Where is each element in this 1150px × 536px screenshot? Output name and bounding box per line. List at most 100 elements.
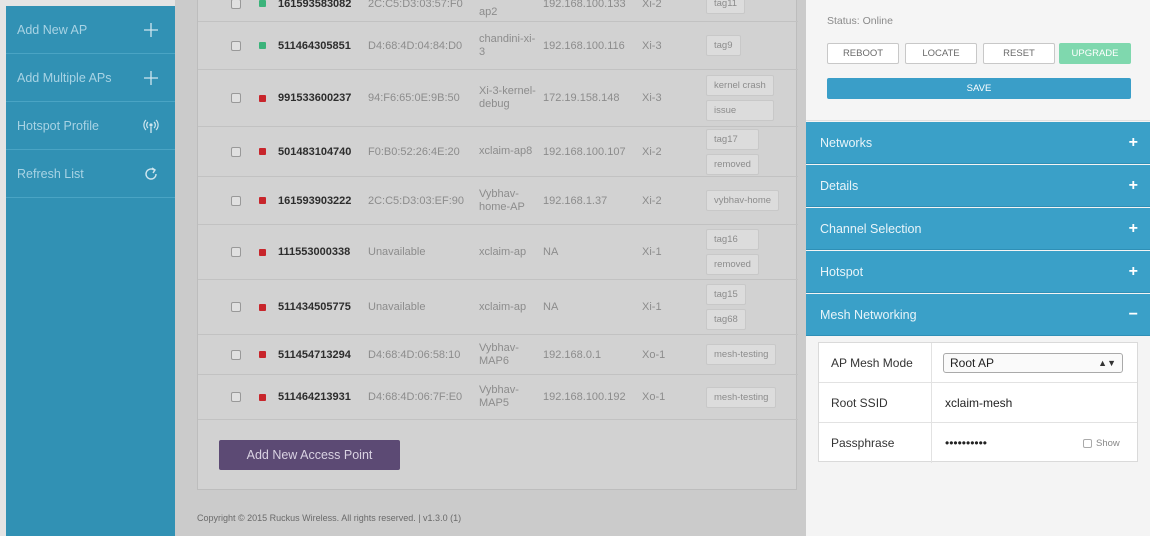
tags-cell: tag11	[706, 0, 746, 14]
serial-cell: 111553000338	[278, 246, 351, 258]
mac-cell: Unavailable	[368, 246, 426, 258]
tag-badge: issue	[706, 100, 774, 121]
refresh-icon	[143, 166, 161, 182]
row-checkbox[interactable]	[231, 0, 241, 9]
name-cell: ap2	[479, 6, 498, 18]
status-indicator	[259, 303, 266, 311]
reboot-button[interactable]: REBOOT	[827, 43, 899, 64]
ip-cell: NA	[543, 246, 559, 258]
mac-cell: D4:68:4D:04:84:D0	[368, 39, 463, 52]
table-row[interactable]: 511434505775 Unavailable xclaim-ap NA Xi-1 ta…	[198, 280, 798, 335]
row-checkbox[interactable]	[231, 392, 241, 402]
mac-cell: 94:F6:65:0E:9B:50	[368, 92, 460, 104]
plus-icon	[143, 22, 161, 38]
expand-icon: +	[1128, 133, 1138, 151]
tags-cell: mesh-testing	[706, 344, 777, 365]
section-channel-selection[interactable]: Channel Selection +	[806, 208, 1150, 250]
status-indicator	[259, 42, 266, 49]
row-checkbox[interactable]	[231, 302, 241, 312]
passphrase-field[interactable]: ••••••••••	[945, 436, 987, 450]
mac-cell: F0:B0:52:26:4E:20	[368, 145, 460, 158]
tag-badge: tag9	[706, 35, 741, 56]
section-title: Networks	[820, 135, 873, 150]
section-details[interactable]: Details +	[806, 165, 1150, 207]
name-cell: chandini-xi-3	[479, 32, 536, 58]
copyright-text: Copyright © 2015 Ruckus Wireless. All ri…	[197, 513, 462, 523]
status-indicator	[259, 0, 266, 7]
table-row[interactable]: 111553000338 Unavailable xclaim-ap NA Xi-1 ta…	[198, 225, 798, 280]
name-cell: Xi-3-kernel-debug	[479, 85, 536, 110]
sidebar-item-add-new-ap[interactable]: Add New AP	[6, 6, 175, 54]
sidebar-item-label: Hotspot Profile	[17, 118, 99, 133]
sidebar-item-refresh-list[interactable]: Refresh List	[6, 150, 175, 198]
serial-cell: 511434505775	[278, 301, 351, 313]
mesh-mode-row: AP Mesh Mode Root AP ▲▼	[819, 343, 1137, 383]
section-networks[interactable]: Networks +	[806, 122, 1150, 164]
expand-icon: +	[1128, 262, 1138, 280]
mac-cell: 2C:C5:D3:03:EF:90	[368, 194, 464, 207]
upgrade-button[interactable]: UPGRADE	[1059, 43, 1131, 64]
sidebar-item-add-multiple-aps[interactable]: Add Multiple APs	[6, 54, 175, 102]
tag-badge: removed	[706, 153, 759, 175]
tags-cell: mesh-testing	[706, 386, 777, 408]
table-row[interactable]: 511464305851 D4:68:4D:04:84:D0 chandini-xi…	[198, 22, 798, 70]
mesh-mode-select[interactable]: Root AP ▲▼	[943, 353, 1123, 373]
reset-button[interactable]: RESET	[983, 43, 1055, 64]
name-cell: xclaim-ap	[479, 245, 527, 258]
model-cell: Xi-3	[642, 92, 662, 104]
sidebar: Add New AP Add Multiple APs Hotspot Prof…	[6, 6, 175, 536]
save-button[interactable]: SAVE	[827, 78, 1131, 99]
row-checkbox[interactable]	[231, 195, 241, 206]
table-row[interactable]: 511454713294 D4:68:4D:06:58:10 Vybhav-MAP6…	[198, 335, 798, 375]
passphrase-label: Passphrase	[831, 436, 895, 450]
row-checkbox[interactable]	[231, 93, 241, 103]
show-passphrase-toggle[interactable]: Show	[1083, 438, 1120, 449]
row-checkbox[interactable]	[231, 349, 241, 360]
model-cell: Xi-3	[642, 39, 662, 52]
tag-badge: tag16	[706, 229, 759, 250]
tags-cell: vybhav-home	[706, 190, 780, 211]
name-cell: Vybhav-MAP6	[479, 341, 519, 367]
section-hotspot[interactable]: Hotspot +	[806, 251, 1150, 293]
table-row[interactable]: 991533600237 94:F6:65:0E:9B:50 Xi-3-kernel…	[198, 70, 798, 127]
ip-cell: 192.168.100.192	[543, 391, 626, 403]
table-row[interactable]: 161593583082 2C:C5:D3:03:57:F0 ap2 192.1…	[198, 0, 798, 22]
section-mesh-networking[interactable]: Mesh Networking −	[806, 294, 1150, 336]
ip-cell: 192.168.100.107	[543, 145, 626, 158]
expand-icon: +	[1128, 176, 1138, 194]
row-checkbox[interactable]	[231, 146, 241, 157]
status-indicator	[259, 393, 266, 401]
sidebar-item-hotspot-profile[interactable]: Hotspot Profile	[6, 102, 175, 150]
table-row[interactable]: 161593903222 2C:C5:D3:03:EF:90 Vybhav-home…	[198, 177, 798, 225]
model-cell: Xi-1	[642, 246, 662, 258]
row-checkbox[interactable]	[231, 247, 241, 257]
model-cell: Xi-2	[642, 145, 662, 158]
serial-cell: 501483104740	[278, 145, 352, 158]
tags-cell: tag16 removed	[706, 229, 759, 275]
tags-cell: tag15 tag68	[706, 284, 746, 330]
passphrase-row: Passphrase •••••••••• Show	[819, 423, 1137, 463]
ap-status-text: Status: Online	[827, 15, 893, 27]
tag-badge: vybhav-home	[706, 190, 780, 211]
tag-badge: kernel crash	[706, 75, 774, 96]
add-new-access-point-button[interactable]: Add New Access Point	[219, 440, 400, 470]
row-checkbox[interactable]	[231, 40, 241, 51]
status-indicator	[259, 248, 266, 256]
collapse-icon: −	[1128, 305, 1138, 323]
name-cell: Vybhav-MAP5	[479, 384, 519, 409]
table-row[interactable]: 501483104740 F0:B0:52:26:4E:20 xclaim-ap8 1…	[198, 127, 798, 177]
ap-list-area: 161593583082 2C:C5:D3:03:57:F0 ap2 192.1…	[175, 0, 806, 536]
status-indicator	[259, 197, 266, 204]
mesh-settings: AP Mesh Mode Root AP ▲▼ Root SSID xclaim…	[818, 342, 1138, 463]
mac-cell: Unavailable	[368, 301, 426, 313]
locate-button[interactable]: LOCATE	[905, 43, 977, 64]
tag-badge: removed	[706, 254, 759, 275]
mesh-mode-label: AP Mesh Mode	[831, 355, 913, 370]
table-row[interactable]: 511464213931 D4:68:4D:06:7F:E0 Vybhav-MAP5…	[198, 375, 798, 420]
name-cell: Vybhav-home-AP	[479, 187, 525, 213]
show-checkbox[interactable]	[1083, 438, 1092, 448]
tags-cell: kernel crash issue	[706, 75, 774, 121]
expand-icon: +	[1128, 219, 1138, 237]
mac-cell: D4:68:4D:06:7F:E0	[368, 391, 463, 403]
root-ssid-value[interactable]: xclaim-mesh	[945, 396, 1012, 410]
